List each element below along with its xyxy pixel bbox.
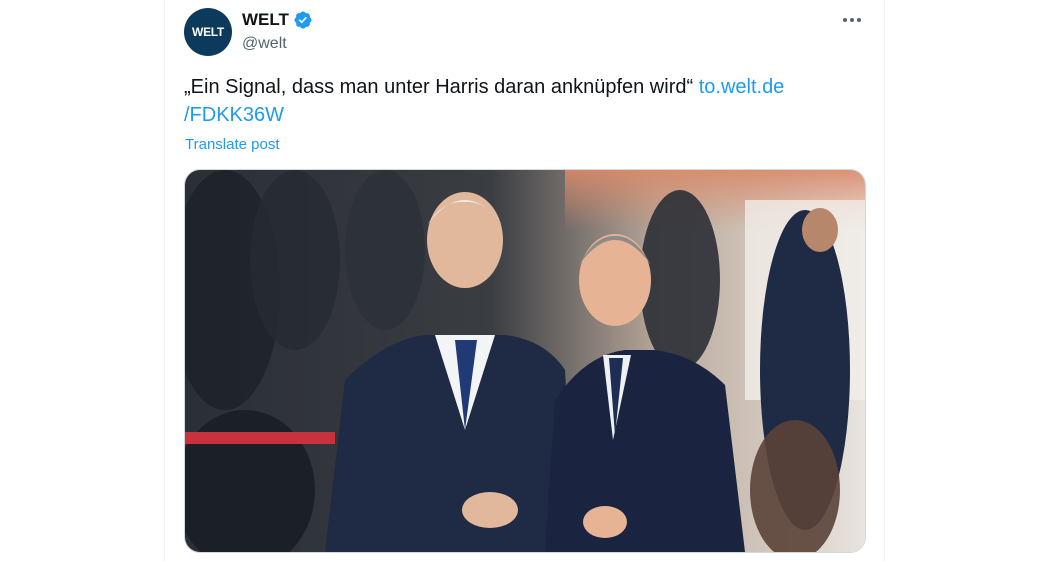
more-options-button[interactable] bbox=[838, 8, 866, 32]
more-dots-icon bbox=[843, 18, 861, 22]
post-body: „Ein Signal, dass man unter Harris daran… bbox=[184, 76, 699, 98]
display-name[interactable]: WELT bbox=[242, 10, 289, 30]
translate-post-link[interactable]: Translate post bbox=[185, 136, 280, 153]
verified-badge-icon bbox=[294, 11, 312, 29]
avatar[interactable]: WELT bbox=[184, 8, 232, 56]
post-link-part1: to.welt.de bbox=[698, 76, 785, 98]
post-text: „Ein Signal, dass man unter Harris daran… bbox=[184, 73, 844, 129]
post-media-photo[interactable] bbox=[184, 169, 866, 553]
author-handle[interactable]: @welt bbox=[242, 35, 287, 53]
avatar-text: WELT bbox=[192, 25, 224, 39]
photo-illustration bbox=[185, 170, 865, 552]
post-link-part2: /FDKK36W bbox=[184, 104, 285, 126]
author-name-row[interactable]: WELT bbox=[242, 10, 313, 30]
